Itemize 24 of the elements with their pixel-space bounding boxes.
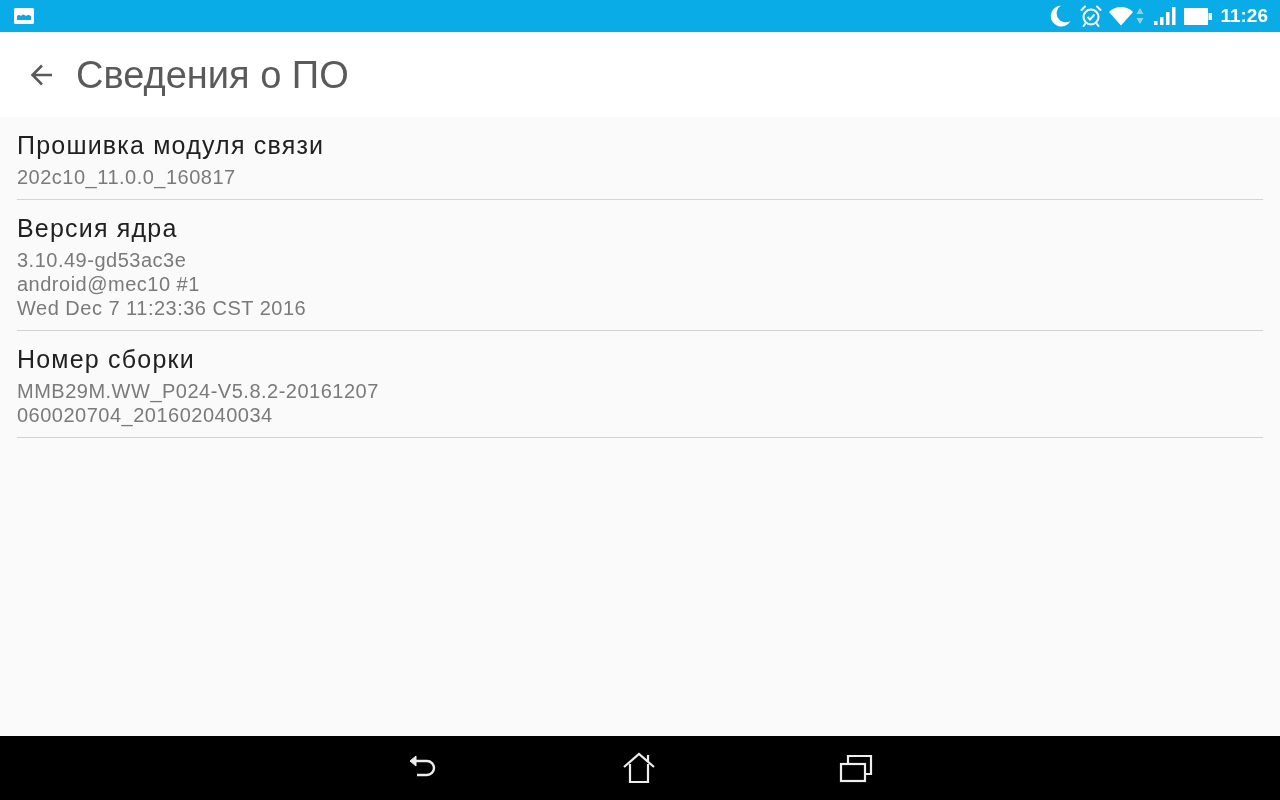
- list-item[interactable]: Номер сборки MMB29M.WW_P024-V5.8.2-20161207 060020704_201602040034: [17, 331, 1263, 438]
- item-title: Номер сборки: [17, 344, 196, 374]
- battery-icon: [1184, 7, 1213, 25]
- clock-time: 11:26: [1220, 5, 1268, 27]
- list-item[interactable]: Версия ядра 3.10.49-gd53ac3e android@mec10 #1 Wed Dec 7 11:23:36 CST 2016: [17, 200, 1263, 331]
- back-button[interactable]: [30, 62, 54, 87]
- item-summary: 202c10_11.0.0_160817: [17, 165, 237, 189]
- item-summary: 3.10.49-gd53ac3e: [17, 248, 188, 272]
- item-title: Версия ядра: [17, 213, 179, 243]
- item-summary: Wed Dec 7 11:23:36 CST 2016: [17, 296, 308, 320]
- wifi-icon: [1109, 6, 1134, 26]
- image-icon: [14, 8, 34, 24]
- item-summary: android@mec10 #1: [17, 272, 201, 296]
- recent-apps-button[interactable]: [839, 753, 873, 783]
- alarm-clock-icon: [1080, 5, 1103, 27]
- moon-icon: [1049, 5, 1072, 27]
- item-title: Прошивка модуля связи: [17, 130, 326, 160]
- item-summary: 060020704_201602040034: [17, 403, 274, 427]
- page-title: Сведения о ПО: [76, 52, 349, 97]
- list-item[interactable]: Прошивка модуля связи 202c10_11.0.0_160817: [17, 117, 1263, 200]
- signal-icon: [1154, 7, 1177, 25]
- home-button[interactable]: [622, 752, 656, 784]
- item-summary: MMB29M.WW_P024-V5.8.2-20161207: [17, 379, 380, 403]
- data-arrows-icon: [1136, 7, 1145, 25]
